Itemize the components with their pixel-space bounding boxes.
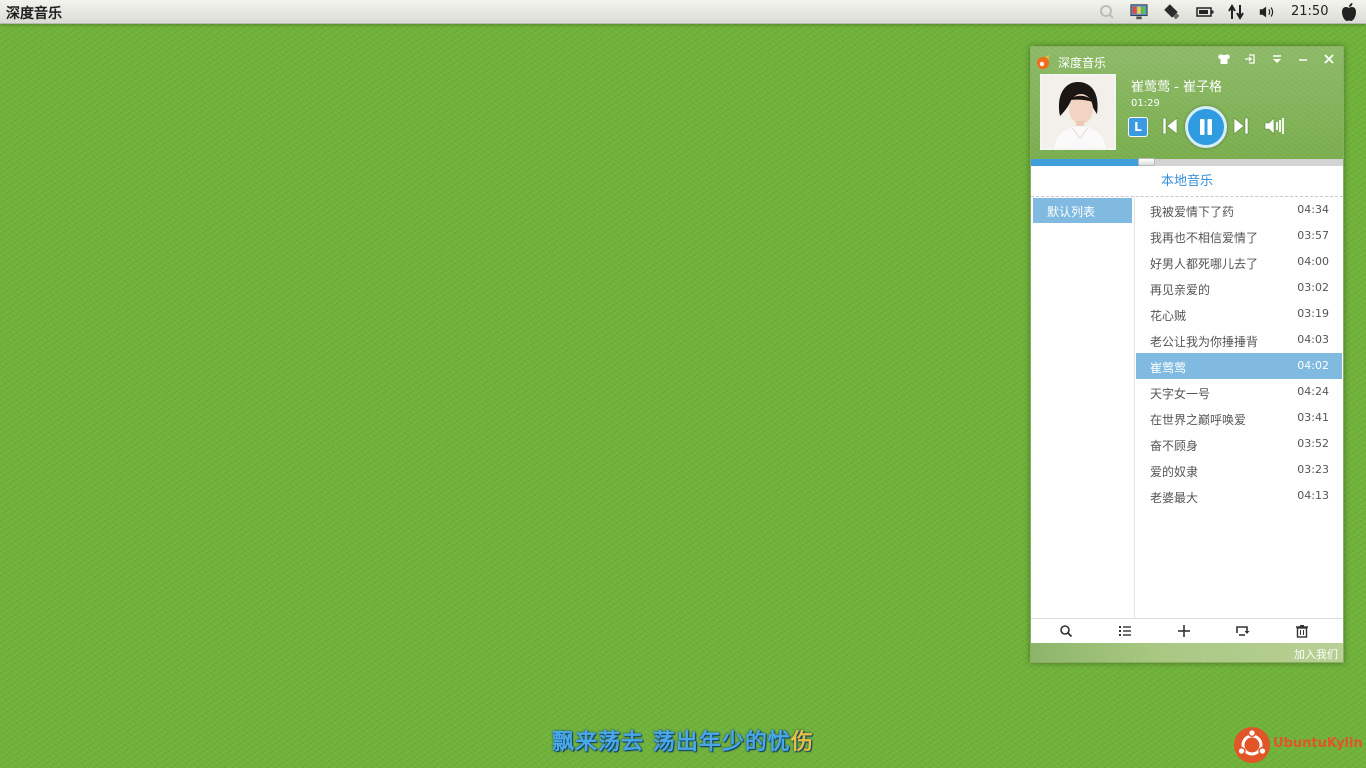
track-duration: 03:57 (1297, 229, 1329, 242)
track-title: 爱的奴隶 (1150, 465, 1199, 479)
menu-icon[interactable] (1268, 51, 1286, 67)
progress-handle[interactable] (1138, 158, 1155, 166)
top-panel: 深度音乐 21:50 (0, 0, 1366, 24)
lyric-sung-text: 飘来荡去 荡出年少的忧 (552, 730, 791, 755)
volume-icon[interactable] (1262, 114, 1288, 138)
track-title: 老婆最大 (1150, 491, 1199, 505)
music-player-window: 深度音乐 崔莺莺 - 崔子格 01:29 L 本地音乐 默认列表 我被爱情下了药… (1030, 46, 1344, 663)
track-title: 崔莺莺 (1150, 361, 1187, 375)
track-duration: 03:23 (1297, 463, 1329, 476)
play-time: 01:29 (1131, 98, 1160, 109)
track-row[interactable]: 我被爱情下了药 04:34 (1136, 197, 1342, 223)
track-duration: 04:03 (1297, 333, 1329, 346)
battery-icon[interactable] (1196, 3, 1214, 21)
track-row[interactable]: 老公让我为你捶捶背 04:03 (1136, 327, 1342, 353)
network-icon[interactable] (1227, 3, 1245, 21)
track-row[interactable]: 我再也不相信爱情了 03:57 (1136, 223, 1342, 249)
progress-bar[interactable] (1031, 158, 1343, 166)
list-icon[interactable] (1116, 623, 1134, 639)
track-row[interactable]: 奋不顾身 03:52 (1136, 431, 1342, 457)
playlist-item-default[interactable]: 默认列表 (1033, 198, 1132, 223)
lyric-unsung-text: 伤 (790, 730, 814, 755)
search-icon[interactable] (1098, 3, 1116, 21)
join-us-link[interactable]: 加入我们 (1294, 646, 1338, 662)
track-title: 再见亲爱的 (1150, 283, 1211, 297)
track-duration: 03:19 (1297, 307, 1329, 320)
clock[interactable]: 21:50 (1291, 4, 1328, 19)
track-duration: 04:34 (1297, 203, 1329, 216)
monitor-icon[interactable] (1130, 3, 1148, 21)
track-duration: 03:41 (1297, 411, 1329, 424)
window-title: 深度音乐 (1058, 56, 1107, 70)
track-duration: 04:00 (1297, 255, 1329, 268)
track-duration: 03:52 (1297, 437, 1329, 450)
bottom-toolbar (1031, 618, 1343, 643)
track-row[interactable]: 老婆最大 04:13 (1136, 483, 1342, 509)
track-title: 奋不顾身 (1150, 439, 1199, 453)
track-title: 我被爱情下了药 (1150, 205, 1235, 219)
pause-button[interactable] (1185, 106, 1227, 148)
track-title: 在世界之巅呼唤爱 (1150, 413, 1247, 427)
track-row[interactable]: 在世界之巅呼唤爱 03:41 (1136, 405, 1342, 431)
next-track-icon[interactable] (1230, 114, 1252, 138)
now-playing-title: 崔莺莺 - 崔子格 (1131, 80, 1222, 95)
track-title: 我再也不相信爱情了 (1150, 231, 1259, 245)
track-row[interactable]: 天字女一号 04:24 (1136, 379, 1342, 405)
apple-icon[interactable] (1340, 3, 1358, 22)
minimize-icon[interactable] (1294, 51, 1312, 67)
loop-icon[interactable] (1234, 623, 1252, 639)
track-title: 好男人都死哪儿去了 (1150, 257, 1259, 271)
progress-fill (1031, 159, 1146, 166)
ubuntukylin-logo: UbuntuKylin (1233, 726, 1363, 764)
track-row[interactable]: 好男人都死哪儿去了 04:00 (1136, 249, 1342, 275)
delete-icon[interactable] (1293, 623, 1311, 639)
playlist-sidebar: 默认列表 (1031, 197, 1135, 618)
track-duration: 03:02 (1297, 281, 1329, 294)
track-list: 我被爱情下了药 04:34 我再也不相信爱情了 03:57 好男人都死哪儿去了 04:00… (1136, 197, 1343, 618)
track-duration: 04:13 (1297, 489, 1329, 502)
track-row[interactable]: 崔莺莺 04:02 (1136, 353, 1342, 379)
add-icon[interactable] (1175, 623, 1193, 639)
mini-mode-icon[interactable] (1241, 51, 1259, 67)
track-row[interactable]: 再见亲爱的 03:02 (1136, 275, 1342, 301)
ubuntu-circle-of-friends-icon (1234, 727, 1270, 763)
track-row[interactable]: 花心贼 03:19 (1136, 301, 1342, 327)
album-art[interactable] (1040, 74, 1116, 150)
player-header: 深度音乐 崔莺莺 - 崔子格 01:29 L (1031, 47, 1343, 159)
track-duration: 04:02 (1297, 359, 1329, 372)
search-icon[interactable] (1057, 623, 1075, 639)
track-row[interactable]: 爱的奴隶 03:23 (1136, 457, 1342, 483)
app-menu-title[interactable]: 深度音乐 (6, 3, 62, 23)
previous-track-icon[interactable] (1159, 114, 1181, 138)
lyrics-toggle-button[interactable]: L (1128, 117, 1148, 137)
usb-drive-icon[interactable] (1163, 3, 1181, 21)
track-duration: 04:24 (1297, 385, 1329, 398)
app-logo-icon (1035, 54, 1051, 74)
player-footer: 加入我们 (1031, 643, 1343, 662)
volume-icon[interactable] (1258, 3, 1276, 21)
desktop-lyric[interactable]: 飘来荡去 荡出年少的忧伤 (0, 724, 1366, 756)
skin-icon[interactable] (1215, 51, 1233, 67)
ubuntukylin-text: UbuntuKylin (1273, 736, 1363, 751)
track-title: 花心贼 (1150, 309, 1187, 323)
track-title: 天字女一号 (1150, 387, 1211, 401)
close-icon[interactable] (1320, 51, 1338, 67)
track-title: 老公让我为你捶捶背 (1150, 335, 1259, 349)
section-title: 本地音乐 (1160, 174, 1213, 189)
